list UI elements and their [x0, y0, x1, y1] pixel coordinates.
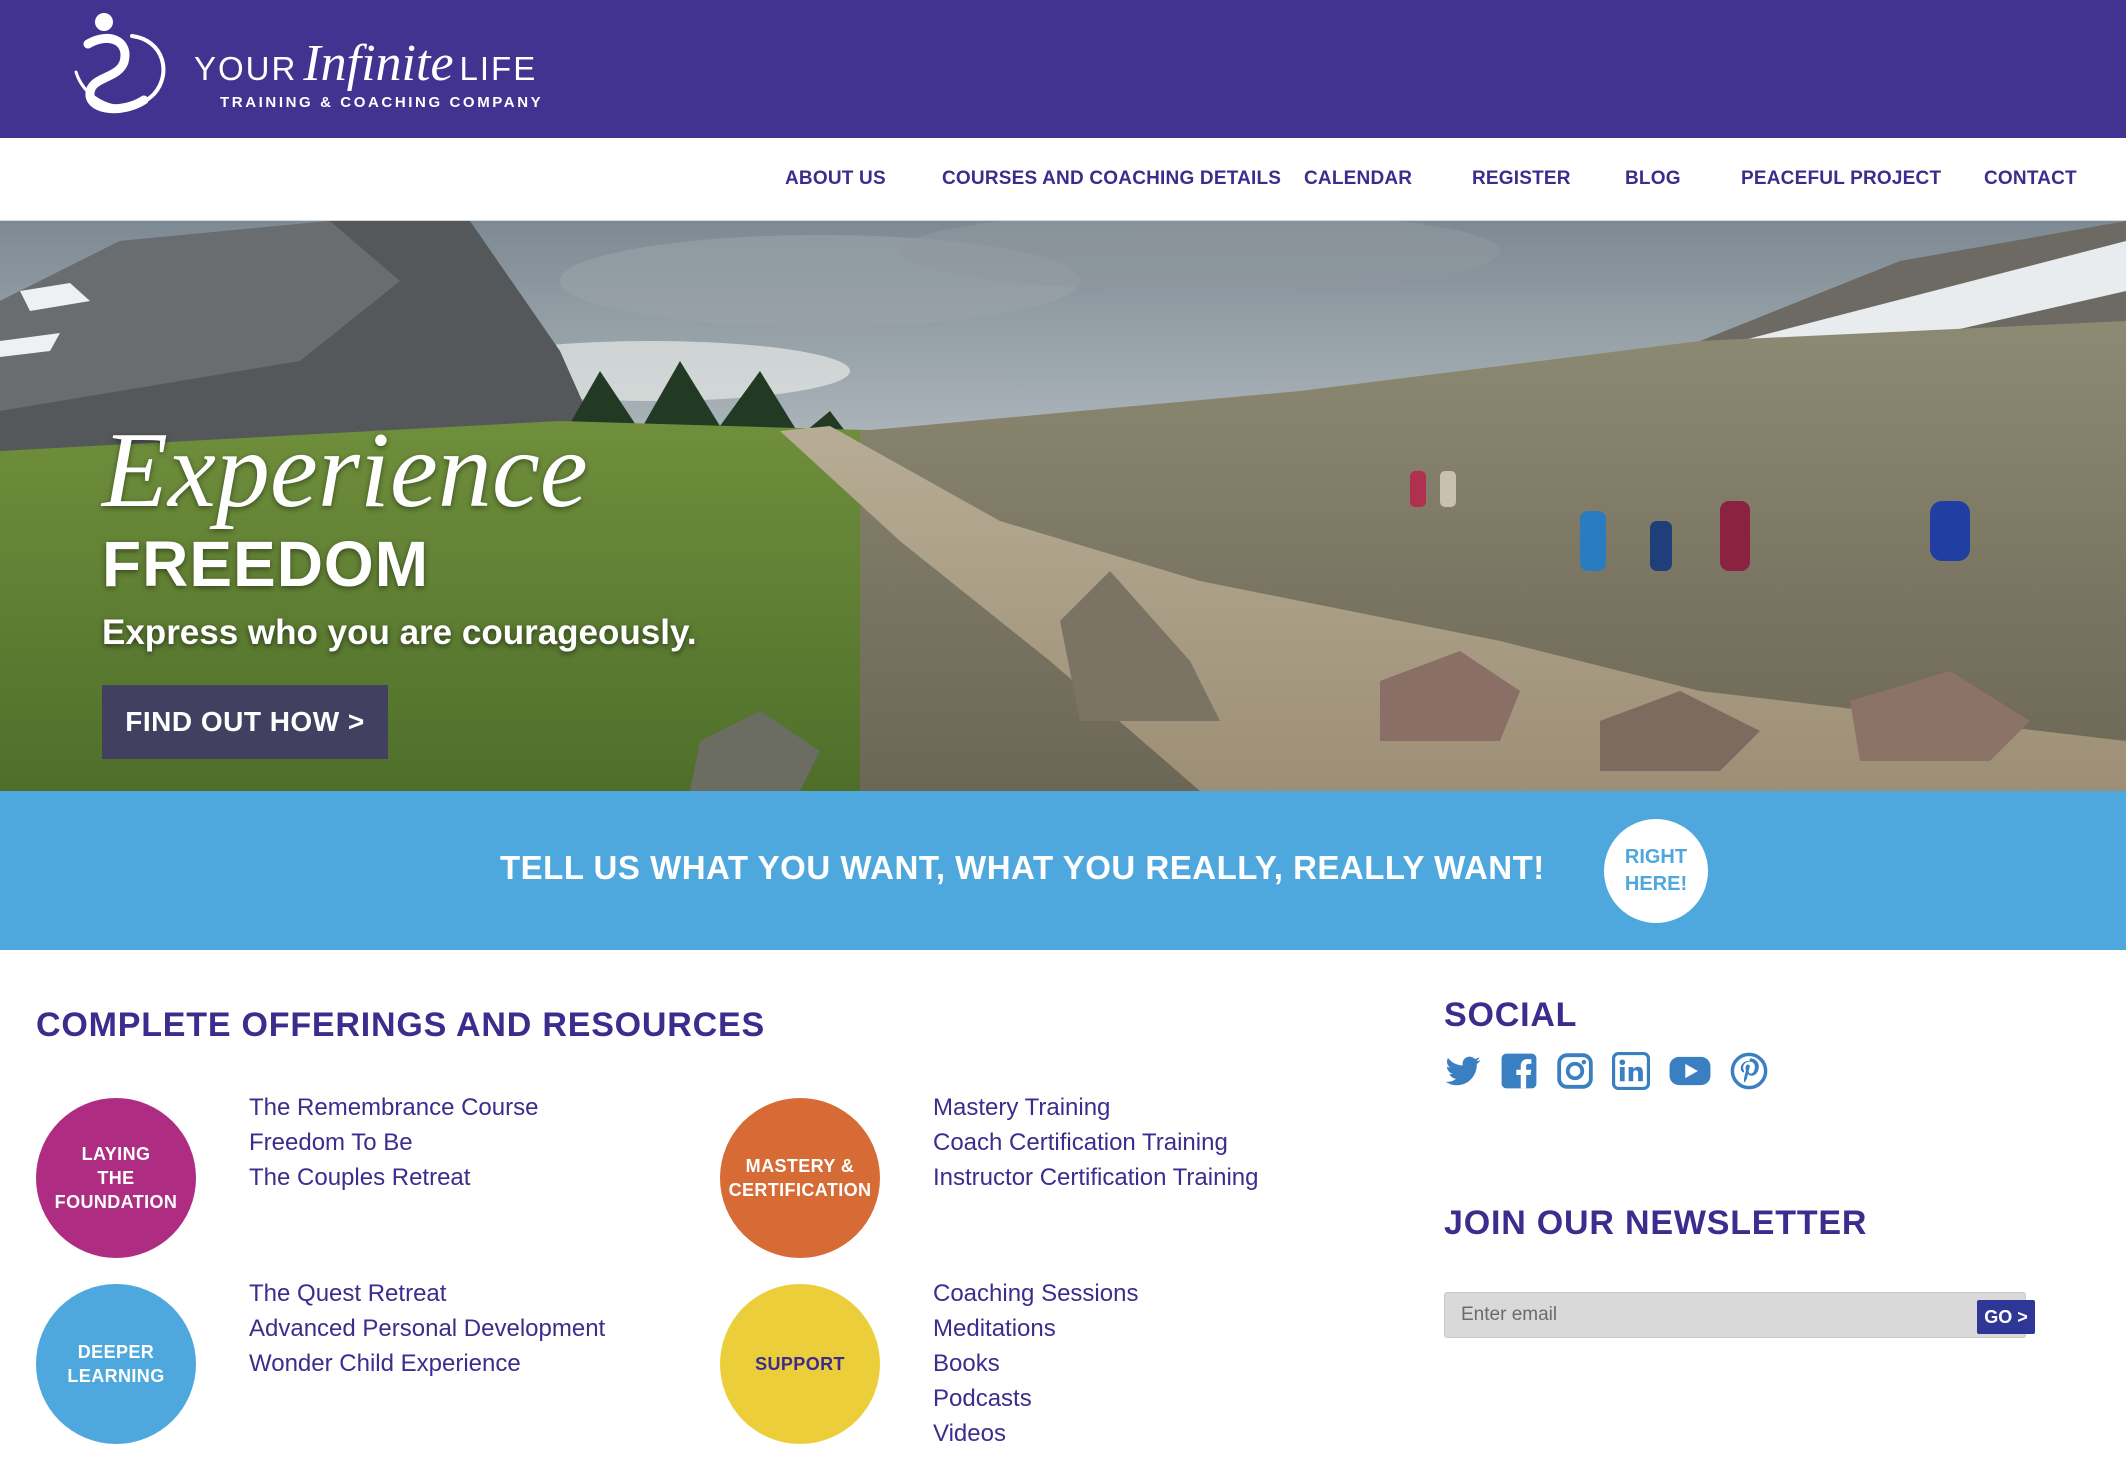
logo-wordmark: YOUR Infinite LIFE — [194, 34, 537, 93]
right-here-label: RIGHT HERE! — [1625, 844, 1687, 898]
hero-headline-bold: FREEDOM — [102, 528, 429, 600]
hero-banner: Experience FREEDOM Express who you are c… — [0, 221, 2126, 791]
logo-word-your: YOUR — [194, 50, 298, 87]
site-header: YOUR Infinite LIFE TRAINING & COACHING COM… — [0, 0, 2126, 138]
social-title: SOCIAL — [1444, 996, 1578, 1034]
deeper-links: The Quest Retreat Advanced Personal Deve… — [249, 1276, 605, 1381]
badge-line: CERTIFICATION — [728, 1180, 872, 1200]
find-out-how-button[interactable]: FIND OUT HOW > — [102, 685, 388, 759]
twitter-icon[interactable] — [1444, 1052, 1482, 1090]
badge-label: MASTERY & CERTIFICATION — [729, 1154, 872, 1203]
link-remembrance-course[interactable]: The Remembrance Course — [249, 1090, 538, 1125]
link-advanced-personal-development[interactable]: Advanced Personal Development — [249, 1311, 605, 1346]
facebook-icon[interactable] — [1500, 1052, 1538, 1090]
link-coach-certification[interactable]: Coach Certification Training — [933, 1125, 1258, 1160]
badge-line: LAYING — [81, 1143, 151, 1164]
right-here-button[interactable]: RIGHT HERE! — [1604, 819, 1708, 923]
cta-band: TELL US WHAT YOU WANT, WHAT YOU REALLY, … — [0, 791, 2126, 950]
badge-label: SUPPORT — [755, 1353, 845, 1374]
nav-about-us[interactable]: ABOUT US — [785, 168, 886, 190]
youtube-icon[interactable] — [1668, 1052, 1712, 1090]
go-button[interactable]: GO > — [1977, 1300, 2035, 1334]
link-wonder-child[interactable]: Wonder Child Experience — [249, 1346, 605, 1381]
link-instructor-certification[interactable]: Instructor Certification Training — [933, 1160, 1258, 1195]
hero-headline-script: Experience — [102, 411, 588, 530]
badge-label: LAYING THE FOUNDATION — [55, 1142, 178, 1215]
cta-message: TELL US WHAT YOU WANT, WHAT YOU REALLY, … — [500, 849, 1545, 886]
newsletter-form — [1444, 1292, 2026, 1338]
right-here-line1: RIGHT — [1624, 846, 1688, 868]
foundation-links: The Remembrance Course Freedom To Be The… — [249, 1090, 538, 1195]
pinterest-icon[interactable] — [1730, 1052, 1768, 1090]
badge-line: LEARNING — [67, 1366, 165, 1386]
badge-laying-the-foundation[interactable]: LAYING THE FOUNDATION — [36, 1098, 196, 1258]
logo-swirl-icon — [74, 13, 166, 114]
badge-line: DEEPER — [77, 1341, 155, 1362]
badge-line: FOUNDATION — [54, 1192, 178, 1213]
site-logo[interactable]: YOUR Infinite LIFE TRAINING & COACHING COM… — [68, 10, 628, 120]
link-mastery-training[interactable]: Mastery Training — [933, 1090, 1258, 1125]
link-videos[interactable]: Videos — [933, 1416, 1138, 1451]
link-coaching-sessions[interactable]: Coaching Sessions — [933, 1276, 1138, 1311]
right-here-line2: HERE! — [1624, 873, 1688, 895]
link-podcasts[interactable]: Podcasts — [933, 1381, 1138, 1416]
nav-register[interactable]: REGISTER — [1472, 168, 1571, 190]
nav-calendar[interactable]: CALENDAR — [1304, 168, 1412, 190]
nav-courses-coaching[interactable]: COURSES AND COACHING DETAILS — [942, 168, 1281, 190]
badge-line: THE — [97, 1167, 135, 1188]
instagram-icon[interactable] — [1556, 1052, 1594, 1090]
logo-tagline: TRAINING & COACHING COMPANY — [220, 94, 544, 111]
nav-blog[interactable]: BLOG — [1625, 168, 1681, 190]
badge-support[interactable]: SUPPORT — [720, 1284, 880, 1444]
mastery-links: Mastery Training Coach Certification Tra… — [933, 1090, 1258, 1195]
newsletter-title: JOIN OUR NEWSLETTER — [1444, 1204, 1868, 1242]
logo-word-life: LIFE — [459, 50, 538, 87]
nav-contact[interactable]: CONTACT — [1984, 168, 2077, 190]
link-books[interactable]: Books — [933, 1346, 1138, 1381]
link-quest-retreat[interactable]: The Quest Retreat — [249, 1276, 605, 1311]
logo-word-infinite: Infinite — [303, 35, 454, 92]
email-field[interactable] — [1445, 1293, 1975, 1337]
nav-peaceful-project[interactable]: PEACEFUL PROJECT — [1741, 168, 1941, 190]
link-meditations[interactable]: Meditations — [933, 1311, 1138, 1346]
linkedin-icon[interactable] — [1612, 1052, 1650, 1090]
main-nav: ABOUT US COURSES AND COACHING DETAILS CA… — [0, 138, 2126, 221]
hero-subheadline: Express who you are courageously. — [102, 613, 697, 652]
badge-label: DEEPER LEARNING — [67, 1340, 164, 1389]
offerings-title: COMPLETE OFFERINGS AND RESOURCES — [36, 1006, 765, 1044]
support-links: Coaching Sessions Meditations Books Podc… — [933, 1276, 1138, 1451]
link-freedom-to-be[interactable]: Freedom To Be — [249, 1125, 538, 1160]
link-couples-retreat[interactable]: The Couples Retreat — [249, 1160, 538, 1195]
badge-mastery-certification[interactable]: MASTERY & CERTIFICATION — [720, 1098, 880, 1258]
badge-deeper-learning[interactable]: DEEPER LEARNING — [36, 1284, 196, 1444]
badge-line: MASTERY & — [745, 1155, 855, 1176]
